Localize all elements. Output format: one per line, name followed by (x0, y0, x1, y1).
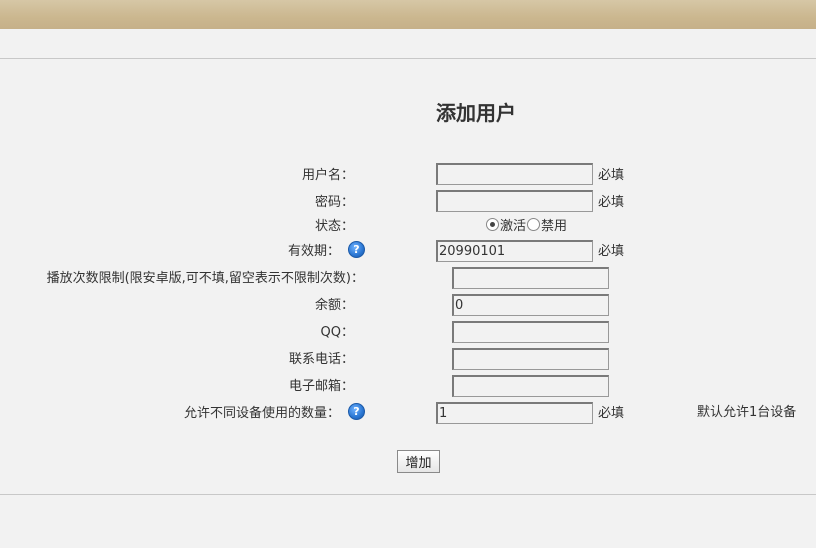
username-input[interactable] (436, 163, 593, 185)
phone-input[interactable] (452, 348, 609, 370)
status-disabled-radio[interactable] (527, 218, 541, 231)
username-label: 用户名： (301, 168, 354, 183)
password-required: 必填 (598, 195, 625, 210)
phone-label: 联系电话： (288, 352, 354, 367)
qq-label: QQ： (320, 325, 354, 340)
password-input[interactable] (436, 190, 593, 212)
username-required: 必填 (598, 168, 625, 183)
page-title: 添加用户 (436, 101, 516, 125)
balance-label: 余额： (314, 298, 354, 313)
top-divider (0, 58, 816, 59)
email-label: 电子邮箱： (288, 379, 354, 394)
status-radio-group: 激活 禁用 (486, 218, 567, 236)
expiry-required: 必填 (598, 244, 625, 259)
play-limit-input[interactable] (452, 267, 609, 289)
expiry-help-icon[interactable]: ? (348, 241, 365, 258)
device-count-required: 必填 (598, 406, 625, 421)
email-input[interactable] (452, 375, 609, 397)
status-active-label[interactable]: 激活 (500, 219, 526, 234)
device-count-help-icon[interactable]: ? (348, 403, 365, 420)
password-label: 密码： (314, 195, 354, 210)
qq-input[interactable] (452, 321, 609, 343)
status-label: 状态： (314, 219, 354, 234)
device-count-label: 允许不同设备使用的数量： (183, 406, 340, 421)
bottom-divider (0, 494, 816, 495)
status-disabled-label[interactable]: 禁用 (541, 219, 567, 234)
play-limit-label: 播放次数限制(限安卓版,可不填,留空表示不限制次数)： (46, 271, 364, 286)
top-banner (0, 0, 816, 29)
device-count-note: 默认允许1台设备 (697, 405, 797, 420)
balance-input[interactable] (452, 294, 609, 316)
expiry-label: 有效期： (287, 244, 340, 259)
add-user-button[interactable]: 增加 (397, 450, 440, 473)
device-count-input[interactable] (436, 402, 593, 424)
expiry-input[interactable] (436, 240, 593, 262)
status-active-radio[interactable] (486, 218, 499, 231)
